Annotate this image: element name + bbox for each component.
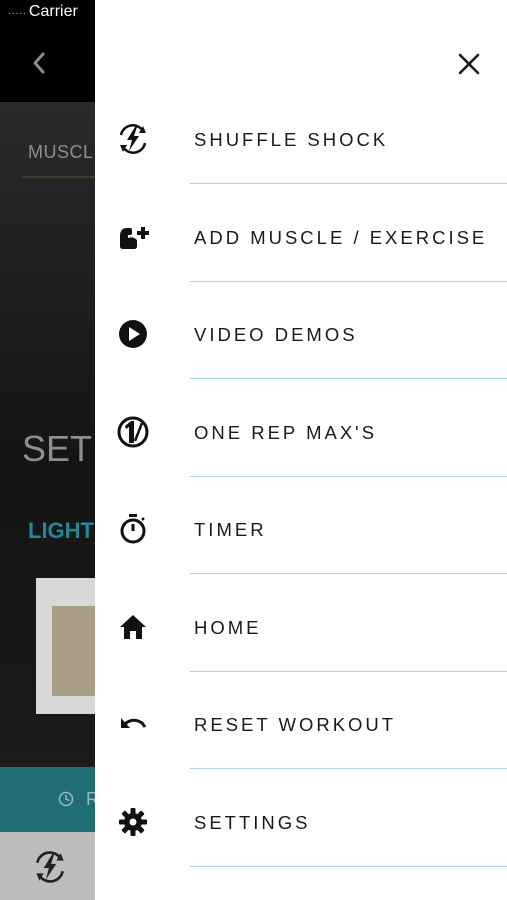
close-button[interactable]: [453, 48, 485, 80]
carrier-name: Carrier: [28, 3, 78, 20]
divider: [190, 281, 507, 282]
menu-item-label: ADD MUSCLE / EXERCISE: [194, 227, 488, 248]
menu-item-label: RESET WORKOUT: [194, 714, 397, 735]
divider: [190, 866, 507, 867]
home-icon: [120, 615, 146, 639]
menu-item-one-rep-max[interactable]: ONE REP MAX'S: [95, 386, 507, 483]
divider: [190, 378, 507, 379]
menu-item-label: TIMER: [194, 519, 267, 540]
divider: [190, 671, 507, 672]
one-rep-max-icon: [117, 416, 149, 448]
menu-item-shuffle-shock[interactable]: SHUFFLE SHOCK: [95, 93, 507, 190]
menu-item-label: HOME: [194, 617, 262, 638]
signal-indicator: .....: [8, 6, 27, 18]
menu-item-settings[interactable]: SETTINGS: [95, 776, 507, 873]
divider: [190, 573, 507, 574]
menu-item-label: SHUFFLE SHOCK: [194, 129, 389, 150]
menu-item-label: SETTINGS: [194, 812, 311, 833]
chevron-left-icon: [33, 52, 45, 74]
side-drawer: SHUFFLE SHOCK ADD MUSCLE / EXERCISE VIDE…: [95, 0, 507, 900]
menu-item-home[interactable]: HOME: [95, 581, 507, 678]
clock-icon: [58, 791, 74, 807]
shuffle-shock-button[interactable]: [30, 848, 70, 886]
back-button[interactable]: [24, 48, 54, 78]
divider: [190, 183, 507, 184]
add-muscle-icon: [120, 227, 149, 249]
undo-icon: [121, 718, 147, 728]
play-icon: [119, 320, 147, 348]
menu-item-add-muscle[interactable]: ADD MUSCLE / EXERCISE: [95, 191, 507, 288]
menu-item-label: VIDEO DEMOS: [194, 324, 358, 345]
menu-item-timer[interactable]: TIMER: [95, 483, 507, 580]
divider: [190, 768, 507, 769]
shuffle-shock-icon: [119, 124, 147, 154]
menu-item-reset-workout[interactable]: RESET WORKOUT: [95, 678, 507, 775]
stopwatch-icon: [120, 514, 146, 544]
status-bar: ..... Carrier: [8, 3, 78, 21]
shuffle-shock-icon: [36, 851, 64, 883]
menu-item-label: ONE REP MAX'S: [194, 422, 378, 443]
menu-item-video-demos[interactable]: VIDEO DEMOS: [95, 288, 507, 385]
intensity-label: LIGHT: [28, 518, 94, 543]
close-icon: [458, 53, 480, 75]
gear-icon: [119, 808, 147, 836]
divider: [190, 476, 507, 477]
